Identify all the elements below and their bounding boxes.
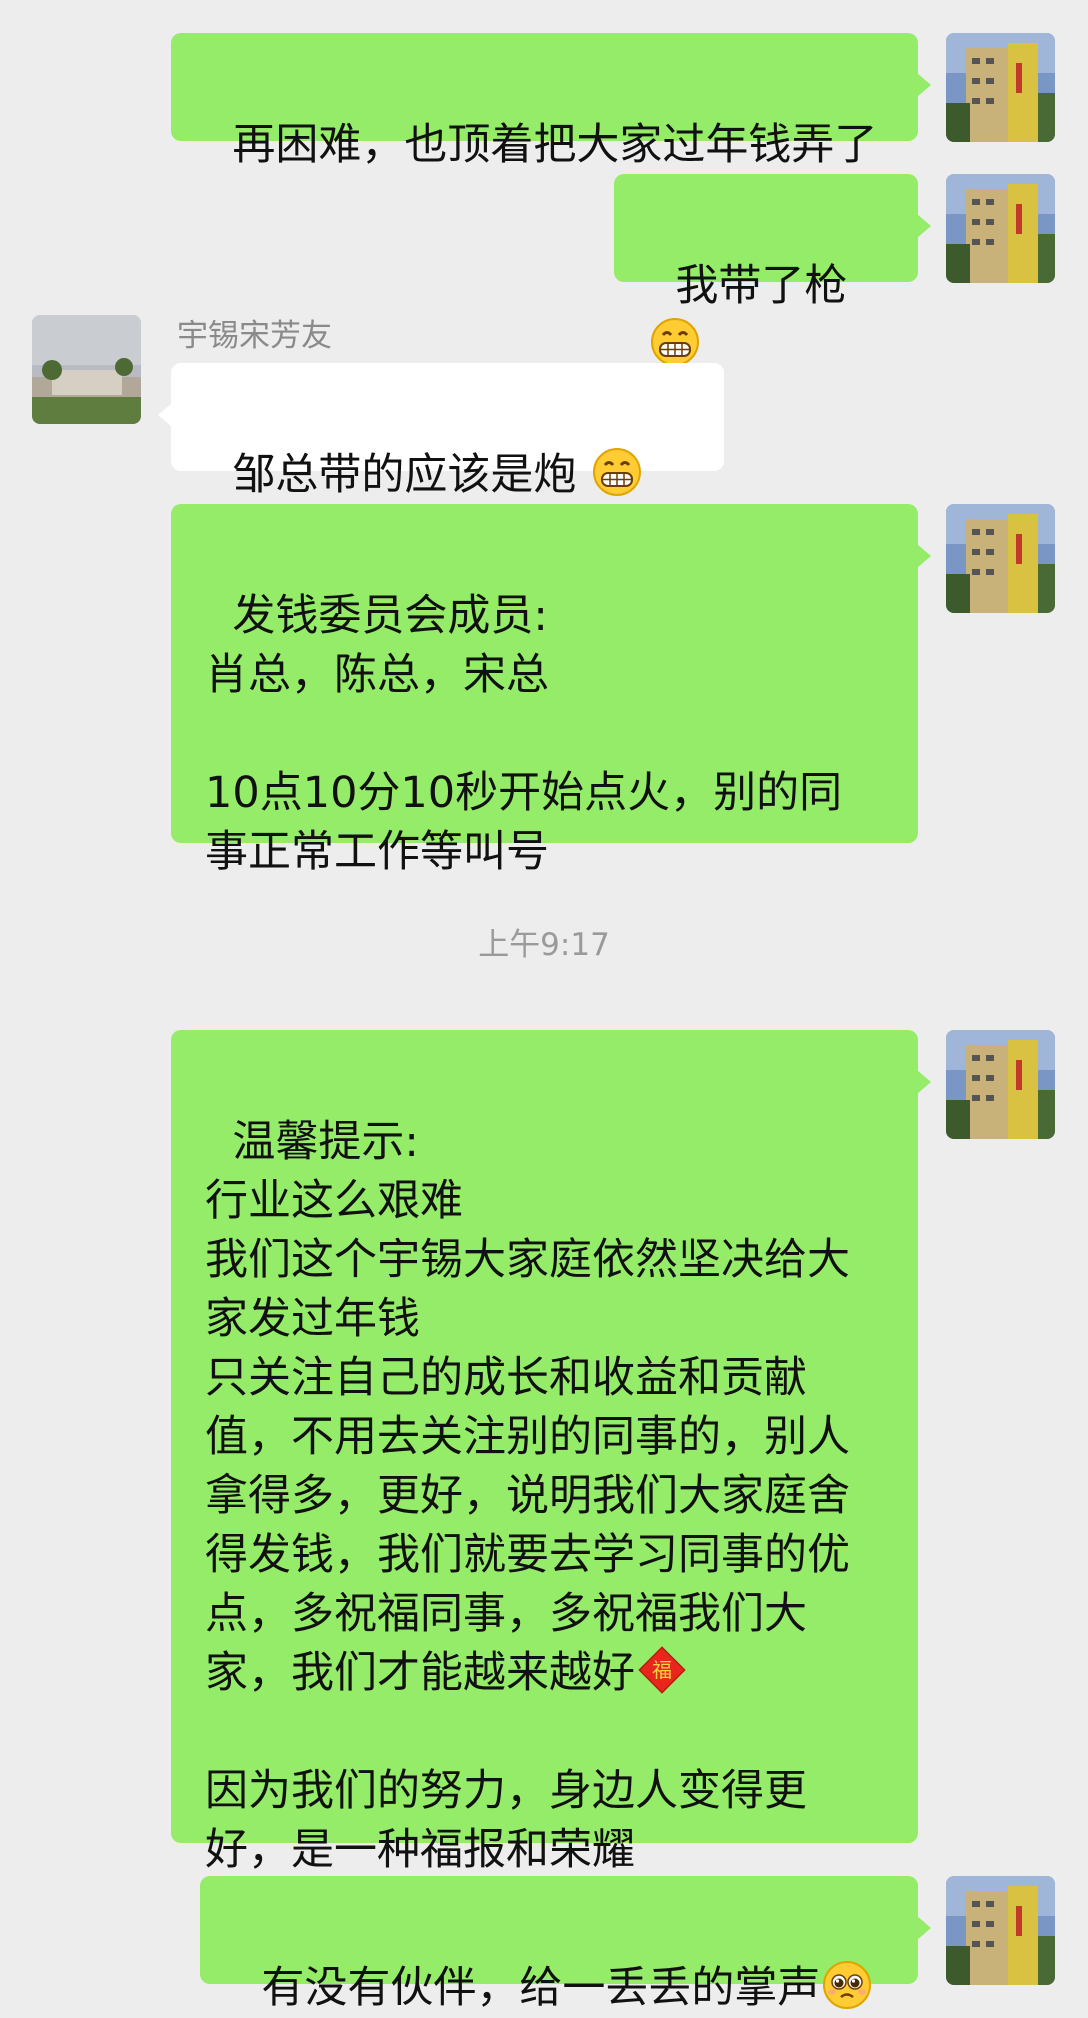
message-text: 发钱委员会成员: 肖总，陈总，宋总 10点10分10秒开始点火，别的同事正常工作… — [205, 591, 843, 877]
message-bubble[interactable]: 邹总带的应该是炮 — [158, 363, 724, 555]
campus-avatar-icon — [32, 315, 141, 424]
building-avatar-icon — [946, 174, 1055, 283]
avatar[interactable] — [946, 1876, 1055, 1985]
fu-emoji-icon: 福 — [637, 1645, 687, 1695]
svg-text:福: 福 — [652, 1658, 672, 1682]
building-avatar-icon — [946, 33, 1055, 142]
avatar[interactable] — [946, 33, 1055, 142]
timestamp: 上午9:17 — [478, 927, 610, 963]
grin-emoji-icon — [592, 447, 642, 497]
pleading-emoji-icon — [822, 1960, 872, 2010]
avatar[interactable] — [946, 504, 1055, 613]
message-text-continued: 因为我们的努力，身边人变得更好，是一种福报和荣耀 — [205, 1766, 807, 1875]
building-avatar-icon — [946, 504, 1055, 613]
avatar[interactable] — [32, 315, 141, 424]
grin-emoji-icon — [650, 317, 700, 367]
message-text: 我带了枪 — [675, 261, 848, 311]
message-text: 邹总带的应该是炮 — [232, 450, 591, 500]
avatar[interactable] — [946, 174, 1055, 283]
building-avatar-icon — [946, 1030, 1055, 1139]
message-bubble[interactable]: 温馨提示: 行业这么艰难 我们这个宇锡大家庭依然坚决给大家发过年钱 只关注自己的… — [171, 1030, 931, 1875]
message-text: 再困难，也顶着把大家过年钱弄了 — [232, 120, 878, 170]
building-avatar-icon — [946, 1876, 1055, 1985]
message-bubble[interactable]: 发钱委员会成员: 肖总，陈总，宋总 10点10分10秒开始点火，别的同事正常工作… — [171, 504, 931, 877]
avatar[interactable] — [946, 1030, 1055, 1139]
message-bubble[interactable]: 有没有伙伴，给一丢丢的掌声 — [200, 1876, 931, 2013]
message-bubble[interactable]: 我带了枪 — [614, 174, 931, 366]
message-bubble[interactable]: 再困难，也顶着把大家过年钱弄了 — [171, 33, 931, 170]
message-text: 温馨提示: 行业这么艰难 我们这个宇锡大家庭依然坚决给大家发过年钱 只关注自己的… — [205, 1117, 850, 1698]
sender-name: 宇锡宋芳友 — [177, 318, 332, 354]
